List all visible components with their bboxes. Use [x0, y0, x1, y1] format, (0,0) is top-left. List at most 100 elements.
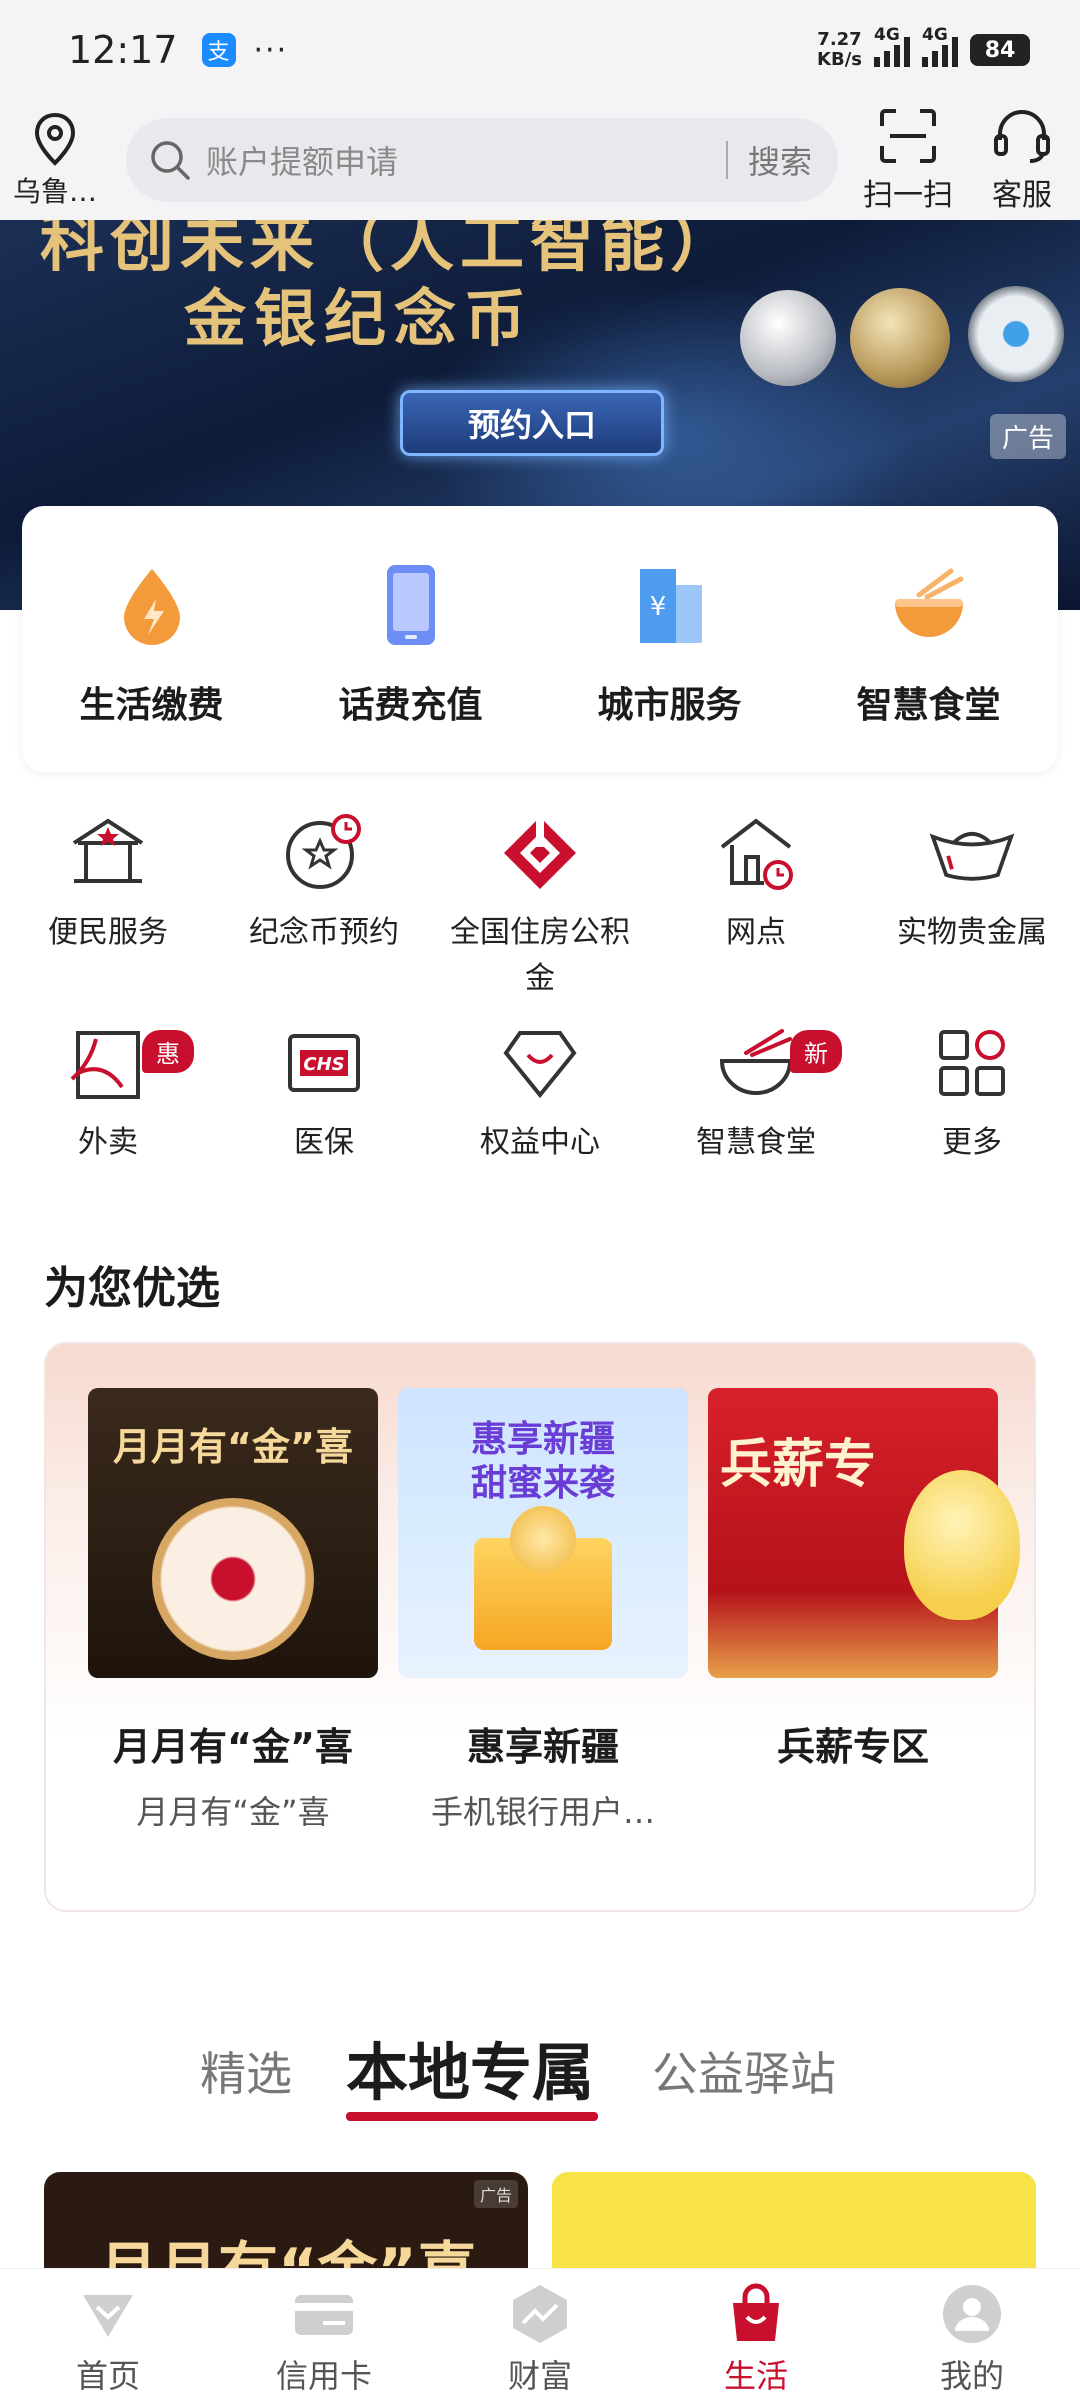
tab-public-welfare[interactable]: 公益驿站	[652, 2038, 836, 2104]
profile-icon	[941, 2283, 1003, 2345]
network-speed: 7.27 KB/s	[817, 30, 862, 70]
banner-reserve-button[interactable]: 预约入口	[400, 390, 664, 456]
featured-title: 兵薪专区	[776, 1725, 929, 1769]
search-input[interactable]: 账户提额申请	[206, 137, 726, 183]
tabbar-home[interactable]: 首页	[0, 2269, 216, 2400]
grid-item-smart-canteen[interactable]: 新 智慧食堂	[648, 1020, 864, 1230]
xinjiang-promo-image: 惠享新疆 甜蜜来袭	[398, 1388, 688, 1678]
diamond-smile-icon	[497, 1020, 583, 1106]
feature-grid-row: 便民服务 纪念币预约 全国住房公积金 网点 实物贵金属	[0, 810, 1080, 1020]
grid-label: 智慧食堂	[696, 1125, 816, 1160]
gold-promo-image: 月月有“金”喜	[88, 1388, 378, 1678]
featured-subtitle: 手机银行用户…	[430, 1793, 655, 1831]
scan-label: 扫一扫	[863, 178, 953, 213]
grid-item-coin-reservation[interactable]: 纪念币预约	[216, 810, 432, 1020]
grid-label: 全国住房公积金	[450, 915, 630, 996]
service-utility-payment[interactable]: 生活缴费	[22, 506, 281, 772]
grid-label: 权益中心	[480, 1125, 600, 1160]
top-header: 乌鲁… 账户提额申请 搜索 扫一扫 客服	[0, 100, 1080, 220]
bank-building-icon	[65, 810, 151, 896]
status-bar: 12:17 支 ··· 7.27 KB/s 4G 4G 84	[0, 0, 1080, 100]
feed-card-ad-tag: 广告	[473, 2180, 518, 2208]
grid-label: 网点	[726, 915, 786, 950]
tabbar-profile[interactable]: 我的	[864, 2269, 1080, 2400]
featured-title: 月月有“金”喜	[113, 1725, 353, 1769]
service-label: 智慧食堂	[856, 685, 1001, 726]
gold-promo-image-text: 月月有“金”喜	[113, 1425, 353, 1469]
home-icon	[77, 2283, 139, 2345]
bingxin-promo-image: 兵薪专	[708, 1388, 1020, 1678]
grid-more-icon	[929, 1020, 1015, 1106]
service-city[interactable]: ¥ 城市服务	[540, 506, 799, 772]
headset-icon	[994, 110, 1050, 163]
blue-coin-image	[968, 286, 1064, 382]
svg-text:CHS: CHS	[303, 1054, 344, 1075]
grid-item-branch[interactable]: 网点	[648, 810, 864, 1020]
noodle-bowl-icon	[713, 1020, 799, 1106]
customer-service-button[interactable]: 客服	[972, 108, 1072, 214]
content-tabs: 精选 本地专属 公益驿站	[0, 2020, 1080, 2140]
feature-grid: 便民服务 纪念币预约 全国住房公积金 网点 实物贵金属 惠 外卖 CHS 医保 …	[0, 810, 1080, 1230]
status-indicators: 7.27 KB/s 4G 4G 84	[817, 25, 1030, 70]
alipay-notification-icon: 支	[201, 33, 236, 67]
chick-mascot-graphic	[904, 1470, 1020, 1620]
scan-icon	[880, 109, 936, 163]
scan-button[interactable]: 扫一扫	[858, 108, 958, 214]
bingxin-promo-image-text: 兵薪专	[720, 1434, 877, 1495]
tabbar-label: 生活	[723, 2357, 788, 2395]
grid-label: 便民服务	[48, 915, 168, 950]
tabbar-label: 财富	[507, 2357, 572, 2395]
bowl-icon	[886, 562, 972, 648]
city-building-icon: ¥	[627, 562, 713, 648]
status-time: 12:17	[68, 28, 178, 72]
active-tab-indicator	[346, 2112, 598, 2121]
tabbar-credit-card[interactable]: 信用卡	[216, 2269, 432, 2400]
featured-item-bingxin[interactable]: 兵薪专 兵薪专区	[708, 1388, 1020, 1787]
new-badge: 新	[790, 1030, 842, 1073]
wealth-chart-icon	[509, 2283, 571, 2345]
shopping-bag-icon	[725, 2283, 787, 2345]
tabbar-label: 信用卡	[275, 2357, 372, 2395]
grid-item-housing-fund[interactable]: 全国住房公积金	[432, 810, 648, 1020]
featured-item-xinjiang[interactable]: 惠享新疆 甜蜜来袭 惠享新疆 手机银行用户…	[398, 1388, 688, 1833]
featured-item-gold[interactable]: 月月有“金”喜 月月有“金”喜 月月有“金”喜	[88, 1388, 378, 1833]
grid-item-takeout[interactable]: 惠 外卖	[0, 1020, 216, 1230]
discount-badge: 惠	[142, 1030, 194, 1073]
takeout-icon	[65, 1020, 151, 1106]
credit-card-icon	[293, 2283, 355, 2345]
grid-label: 医保	[294, 1125, 354, 1160]
service-label: 客服	[992, 178, 1052, 213]
tab-selected[interactable]: 精选	[200, 2038, 292, 2104]
location-selector[interactable]: 乌鲁…	[0, 112, 110, 210]
search-button[interactable]: 搜索	[728, 137, 838, 183]
grid-item-convenience[interactable]: 便民服务	[0, 810, 216, 1020]
feature-grid-row: 惠 外卖 CHS 医保 权益中心 新 智慧食堂 更多	[0, 1020, 1080, 1230]
grid-item-precious-metal[interactable]: 实物贵金属	[864, 810, 1080, 1020]
location-pin-icon	[34, 112, 76, 166]
service-smart-canteen[interactable]: 智慧食堂	[799, 506, 1058, 772]
grid-item-medical-insurance[interactable]: CHS 医保	[216, 1020, 432, 1230]
tabbar-life[interactable]: 生活	[648, 2269, 864, 2400]
search-bar[interactable]: 账户提额申请 搜索	[126, 118, 838, 202]
tabbar-label: 我的	[939, 2357, 1004, 2395]
branch-clock-icon	[713, 810, 799, 896]
feed-card-gold[interactable]: 月月有“金”喜 广告	[44, 2172, 528, 2272]
grid-item-benefits[interactable]: 权益中心	[432, 1020, 648, 1230]
network-type-2: 4G	[922, 25, 948, 45]
tab-local-exclusive[interactable]: 本地专属	[346, 2022, 594, 2112]
service-phone-recharge[interactable]: 话费充值	[281, 506, 540, 772]
chs-medical-icon: CHS	[281, 1020, 367, 1106]
flame-drop-icon	[109, 562, 195, 648]
grid-label: 实物贵金属	[897, 915, 1047, 950]
banner-title-line2: 金银纪念币	[184, 282, 535, 355]
gold-wheel-graphic	[152, 1498, 314, 1660]
feed-card-yellow[interactable]	[552, 2172, 1036, 2272]
silver-coin-image	[740, 290, 836, 386]
network-speed-unit: KB/s	[817, 49, 862, 70]
housing-fund-logo-icon	[497, 810, 583, 896]
tabbar-wealth[interactable]: 财富	[432, 2269, 648, 2400]
featured-subtitle: 月月有“金”喜	[136, 1793, 330, 1831]
grid-label: 外卖	[78, 1125, 138, 1160]
grid-item-more[interactable]: 更多	[864, 1020, 1080, 1230]
svg-text:¥: ¥	[649, 592, 666, 622]
